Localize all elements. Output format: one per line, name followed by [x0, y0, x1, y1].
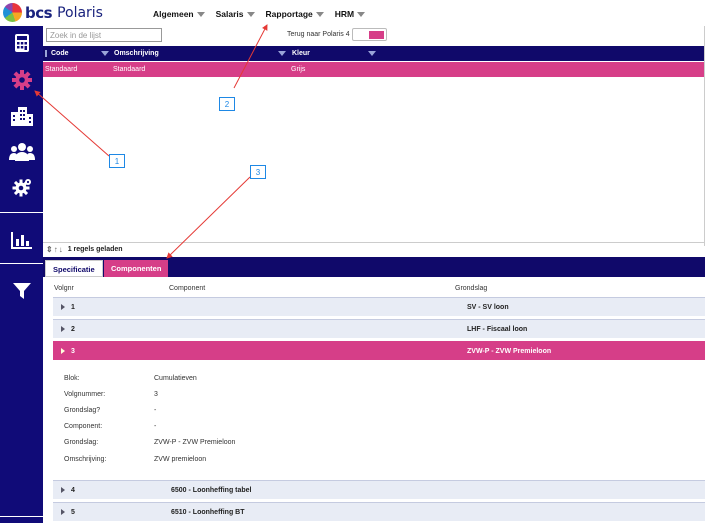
filter-icon[interactable]	[0, 279, 43, 303]
search-input[interactable]: Zoek in de lijst	[46, 28, 162, 42]
field-value: ZVW-P - ZVW Premieloon	[154, 439, 236, 446]
list-item[interactable]: 2 LHF - Fiscaal loon	[53, 319, 705, 338]
expand-icon[interactable]	[61, 487, 65, 493]
sidebar	[0, 26, 43, 523]
sidebar-divider	[0, 263, 43, 264]
column-header-kleur[interactable]: Kleur	[292, 50, 310, 57]
top-bar: bcs Polaris Algemeen Salaris Rapportage …	[0, 0, 705, 26]
sort-code-icon[interactable]	[101, 51, 109, 56]
calculator-icon[interactable]	[0, 31, 43, 55]
tab-strip: Specificatie Componenten	[43, 257, 705, 277]
field-label: Omschrijving:	[64, 456, 107, 463]
list-item[interactable]: 4 6500 - Loonheffing tabel	[53, 480, 705, 499]
product-name: Polaris	[57, 4, 103, 21]
chevron-down-icon	[196, 11, 205, 17]
cell-kleur: Grijs	[291, 66, 306, 73]
grid-header: Code Omschrijving Kleur	[43, 46, 705, 61]
column-header-grondslag: Grondslag	[455, 285, 488, 292]
field-value: -	[154, 407, 157, 414]
settings-cog-icon[interactable]	[0, 176, 43, 200]
brand-name: bcs	[25, 3, 53, 22]
bar-chart-icon[interactable]	[0, 228, 43, 252]
expand-icon[interactable]	[61, 326, 65, 332]
chevron-down-icon	[246, 11, 255, 17]
field-label: Grondslag?	[64, 407, 101, 414]
chevron-down-icon	[357, 11, 366, 17]
sort-omschrijving-icon[interactable]	[278, 51, 286, 56]
logo[interactable]: bcs Polaris	[3, 3, 103, 22]
list-item[interactable]: 1 SV - SV loon	[53, 297, 705, 316]
menu-hrm[interactable]: HRM	[335, 9, 366, 19]
detail-header: Volgnr Component Grondslag	[43, 283, 705, 295]
list-item[interactable]: 5 6510 - Loonheffing BT	[53, 502, 705, 521]
sidebar-footer	[0, 516, 43, 523]
annotation-2: 2	[219, 97, 235, 111]
field-label: Blok:	[64, 375, 80, 382]
back-to-polaris4-label: Terug naar Polaris 4	[287, 31, 350, 38]
menu-rapportage[interactable]: Rapportage	[266, 9, 324, 19]
buildings-icon[interactable]	[0, 104, 43, 128]
sort-kleur-icon[interactable]	[368, 51, 376, 56]
column-header-omschrijving[interactable]: Omschrijving	[114, 50, 159, 57]
cell-code: Standaard	[45, 66, 78, 73]
tab-componenten[interactable]: Componenten	[104, 260, 169, 277]
column-header-code[interactable]: Code	[45, 50, 69, 57]
navigation-arrows-icon[interactable]: ⇕↑↓	[46, 245, 64, 254]
annotation-3: 3	[250, 165, 266, 179]
main-menu: Algemeen Salaris Rapportage HRM	[153, 9, 376, 19]
sidebar-divider	[0, 212, 43, 213]
field-value: ZVW premieloon	[154, 456, 207, 463]
field-value: Cumulatieven	[154, 375, 197, 382]
status-bar: ⇕↑↓ 1 regels geladen	[43, 242, 705, 256]
tab-specificatie[interactable]: Specificatie	[45, 260, 103, 277]
expand-icon[interactable]	[61, 509, 65, 515]
bcs-logo-icon	[3, 3, 22, 22]
column-header-component: Component	[169, 285, 206, 292]
annotation-1: 1	[109, 154, 125, 168]
column-header-volgnr: Volgnr	[54, 285, 74, 292]
list-item-selected[interactable]: 3 ZVW-P - ZVW Premieloon	[53, 341, 705, 360]
toggle-knob	[369, 31, 384, 39]
expanded-details: Blok: Cumulatieven Volgnummer: 3 Grondsl…	[53, 362, 705, 476]
back-to-polaris4-toggle[interactable]	[352, 28, 387, 41]
status-text: 1 regels geladen	[67, 246, 123, 253]
column-resize-handle[interactable]	[45, 50, 47, 57]
expand-icon[interactable]	[61, 348, 65, 354]
expand-icon[interactable]	[61, 304, 65, 310]
table-row[interactable]: Standaard Standaard Grijs	[43, 62, 705, 77]
gear-icon[interactable]	[0, 68, 43, 92]
people-icon[interactable]	[0, 140, 43, 164]
menu-salaris[interactable]: Salaris	[216, 9, 255, 19]
cell-omschrijving: Standaard	[113, 66, 146, 73]
field-value: -	[154, 423, 157, 430]
field-label: Volgnummer:	[64, 391, 106, 398]
field-label: Component:	[64, 423, 103, 430]
menu-algemeen[interactable]: Algemeen	[153, 9, 205, 19]
chevron-down-icon	[315, 11, 324, 17]
field-value: 3	[154, 391, 158, 398]
field-label: Grondslag:	[64, 439, 99, 446]
grid-body	[43, 77, 705, 240]
